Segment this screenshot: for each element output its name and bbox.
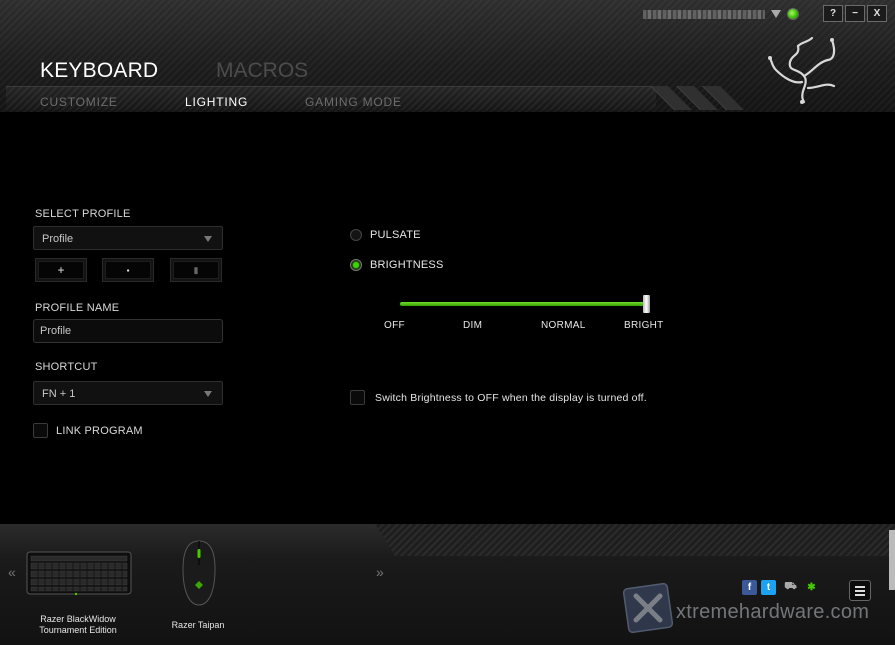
shortcut-select[interactable]: FN + 1 [33,381,223,405]
device-name-line: Razer BlackWidow [40,614,116,624]
display-off-checkbox[interactable] [350,390,365,405]
copy-profile-button[interactable]: ▪ [102,258,154,282]
shortcut-label: SHORTCUT [35,361,98,373]
devices-prev-button[interactable]: « [8,564,16,580]
watermark-text: xtremehardware.com [676,601,870,623]
link-program-checkbox[interactable] [33,423,48,438]
online-status-icon [787,7,799,20]
copy-icon: ▪ [105,261,151,279]
brightness-slider-thumb[interactable] [643,295,650,313]
brightness-level-off[interactable]: OFF [384,320,405,331]
minimize-button[interactable]: − [845,5,865,22]
shortcut-select-value: FN + 1 [42,388,76,400]
device-name-line: Tournament Edition [39,625,117,635]
device-name-line: Razer Taipan [171,620,225,630]
device-name-taipan[interactable]: Razer Taipan [160,620,236,631]
select-profile-label: SELECT PROFILE [35,208,131,220]
subtab-gaming-mode[interactable]: GAMING MODE [305,95,402,109]
subtab-lighting[interactable]: LIGHTING [185,95,248,109]
help-button[interactable]: ? [823,5,843,22]
link-program-label: LINK PROGRAM [56,425,143,437]
keyboard-device-icon[interactable] [26,550,132,596]
delete-profile-button[interactable]: ▮ [170,258,222,282]
window-topbar: ? − X [643,5,887,22]
device-name-blackwidow[interactable]: Razer BlackWidow Tournament Edition [20,614,136,636]
brightness-level-dim[interactable]: DIM [463,320,482,331]
chevron-down-icon [204,391,212,397]
subtab-customize[interactable]: CUSTOMIZE [40,95,118,109]
brightness-slider[interactable] [400,302,650,306]
pulsate-label: PULSATE [370,229,421,241]
profile-select-value: Profile [42,233,74,245]
mouse-device-icon[interactable] [179,539,219,609]
display-off-label: Switch Brightness to OFF when the displa… [375,392,647,404]
chevron-down-icon [204,236,212,242]
account-name-obscured[interactable] [643,9,765,19]
profile-name-label: PROFILE NAME [35,302,120,314]
brightness-level-bright[interactable]: BRIGHT [624,320,664,331]
tab-keyboard[interactable]: KEYBOARD [40,59,158,83]
plus-icon: + [38,261,84,279]
close-button[interactable]: X [867,5,887,22]
decorative-stripes [648,86,758,110]
add-profile-button[interactable]: + [35,258,87,282]
brightness-level-normal[interactable]: NORMAL [541,320,586,331]
window-controls: ? − X [823,5,887,22]
pulsate-radio[interactable] [350,229,362,241]
trash-icon: ▮ [173,261,219,279]
brightness-radio[interactable] [350,259,362,271]
footer-scrollbar[interactable] [889,530,895,590]
razer-logo-icon [768,36,836,104]
app-header: ? − X KEYBOARD MACROS CUSTOMIZE LIGHTING… [0,0,895,112]
profile-select[interactable]: Profile [33,226,223,250]
tab-macros[interactable]: MACROS [216,59,308,83]
brightness-slider-fill [400,302,650,306]
brightness-label: BRIGHTNESS [370,259,444,271]
subnav-bar: CUSTOMIZE LIGHTING GAMING MODE [6,86,656,110]
devices-next-button[interactable]: » [376,564,384,580]
account-dropdown-icon[interactable] [771,9,781,18]
profile-name-input[interactable] [33,319,223,343]
